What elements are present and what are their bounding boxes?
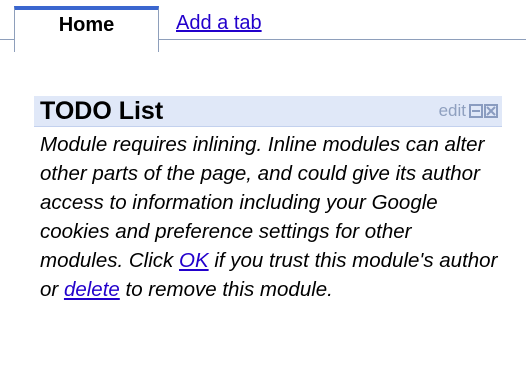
edit-link[interactable]: edit (439, 101, 466, 121)
minimize-icon[interactable] (469, 104, 483, 118)
tab-home[interactable]: Home (14, 6, 159, 52)
inline-warning-message: Module requires inlining. Inline modules… (34, 127, 502, 304)
todo-list-module: TODO List edit Module requires inlining.… (34, 96, 502, 304)
tab-divider-right (159, 39, 526, 40)
module-title: TODO List (40, 97, 164, 125)
close-icon[interactable] (484, 104, 498, 118)
tab-home-label: Home (58, 14, 115, 36)
module-controls: edit (439, 101, 498, 121)
message-text-end: to remove this module. (119, 278, 333, 301)
tab-strip: Home Add a tab (0, 0, 526, 52)
ok-link[interactable]: OK (179, 249, 209, 272)
module-header: TODO List edit (34, 96, 502, 127)
delete-link[interactable]: delete (64, 278, 120, 301)
page: Home Add a tab TODO List edit Module req… (0, 0, 526, 374)
add-tab-link[interactable]: Add a tab (176, 12, 262, 35)
tab-divider-left (0, 39, 14, 40)
